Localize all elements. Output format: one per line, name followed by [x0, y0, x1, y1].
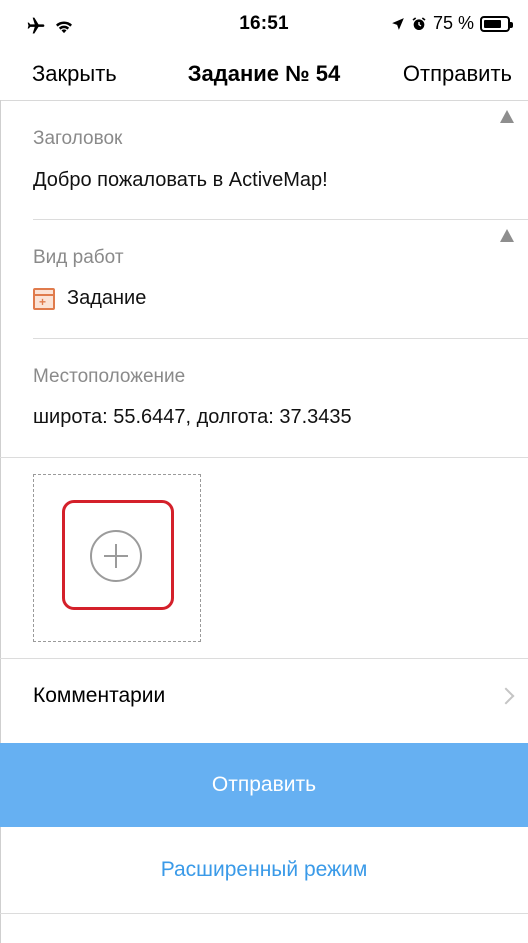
advanced-mode-button[interactable]: Расширенный режим: [0, 827, 528, 913]
work-type-value: Задание: [67, 287, 147, 309]
status-bar: 16:51 75 %: [0, 0, 528, 50]
chevron-right-icon: [497, 687, 515, 705]
divider: [33, 219, 528, 220]
status-right-icons: 75 %: [391, 13, 513, 34]
divider: [33, 338, 528, 339]
warning-icon: [500, 229, 514, 242]
task-type-icon: +: [33, 287, 55, 310]
nav-divider: [0, 100, 528, 101]
location-label: Местоположение: [33, 366, 186, 387]
work-type-label: Вид работ: [33, 247, 124, 268]
divider: [0, 658, 528, 659]
location-value[interactable]: широта: 55.6447, долгота: 37.3435: [33, 406, 352, 429]
location-arrow-icon: [392, 17, 404, 30]
title-field-value[interactable]: Добро пожаловать в ActiveMap!: [33, 169, 328, 192]
work-type-value-row[interactable]: + Задание: [33, 287, 146, 310]
send-nav-button[interactable]: Отправить: [403, 61, 512, 87]
close-button[interactable]: Закрыть: [32, 61, 117, 87]
battery-icon: [480, 15, 513, 32]
title-field-label: Заголовок: [33, 128, 123, 149]
divider: [0, 913, 528, 914]
nav-bar: Закрыть Задание № 54 Отправить: [0, 50, 528, 100]
battery-percent: 75 %: [432, 13, 474, 33]
add-photo-icon[interactable]: [90, 530, 142, 582]
alarm-icon: [412, 16, 426, 30]
divider: [0, 457, 528, 458]
submit-button[interactable]: Отправить: [0, 743, 528, 827]
comments-row[interactable]: Комментарии: [33, 684, 165, 708]
warning-icon: [500, 110, 514, 123]
